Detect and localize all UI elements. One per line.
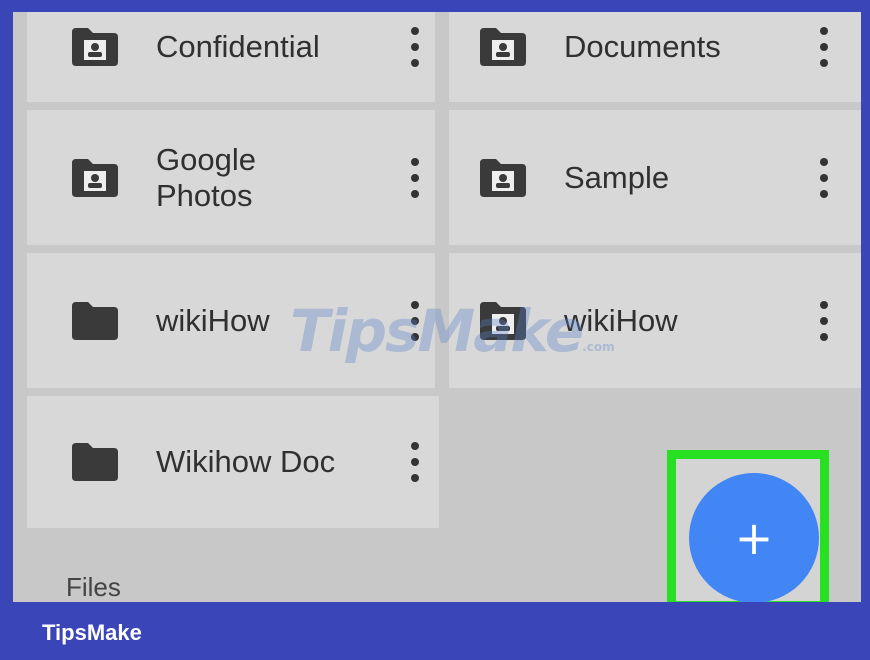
more-vert-icon[interactable] [817, 300, 831, 341]
more-vert-icon[interactable] [817, 27, 831, 67]
more-vert-icon[interactable] [408, 157, 422, 198]
add-button[interactable]: + [689, 473, 819, 603]
folder-label: Sample [564, 159, 670, 195]
shared-folder-icon [72, 28, 118, 66]
folder-tile-wikihow-doc[interactable]: Wikihow Doc [27, 396, 439, 528]
more-vert-icon[interactable] [408, 442, 422, 482]
folder-label: Google Photos [156, 141, 256, 213]
folder-icon [72, 301, 118, 340]
shared-folder-icon [72, 158, 118, 197]
folder-label: Wikihow Doc [156, 444, 336, 479]
folder-label: Documents [564, 29, 721, 64]
folder-label: Confidential [156, 29, 320, 64]
folder-tile-documents[interactable]: Documents [449, 12, 861, 102]
folder-tile-sample[interactable]: Sample [449, 110, 861, 245]
watermark: TipsMake.com [290, 297, 615, 365]
folder-tile-confidential[interactable]: Confidential [27, 12, 435, 102]
add-icon: + [734, 511, 774, 565]
brand-logo: TipsMake [42, 620, 142, 645]
shared-folder-icon [480, 28, 526, 66]
shared-folder-icon [480, 158, 526, 197]
more-vert-icon[interactable] [408, 27, 422, 67]
folder-icon [72, 443, 118, 481]
folder-tile-google-photos[interactable]: Google Photos [27, 110, 435, 245]
more-vert-icon[interactable] [817, 157, 831, 198]
files-section-heading: Files [66, 572, 121, 602]
